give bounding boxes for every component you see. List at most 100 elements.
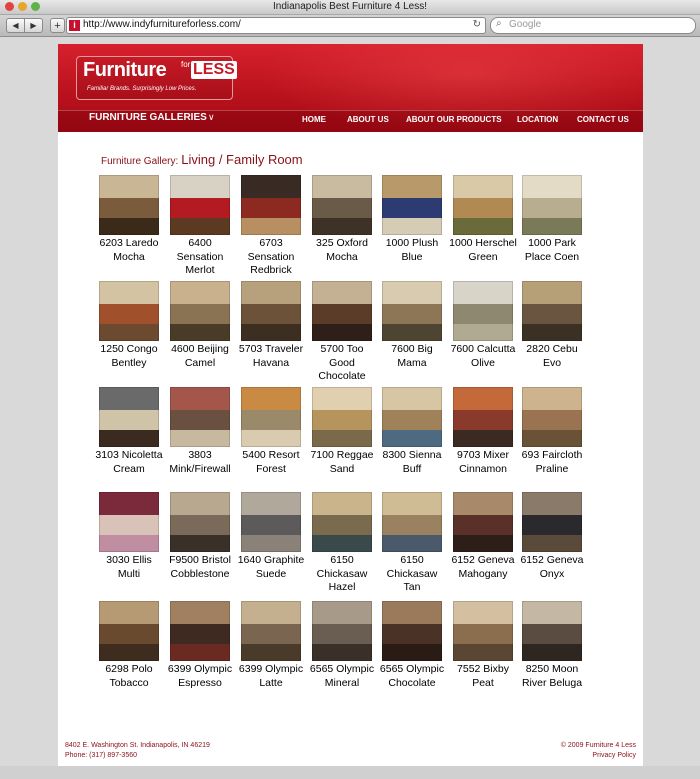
gallery-heading: Furniture Gallery: Living / Family Room [101,151,303,169]
product-name[interactable]: 7100 Reggae Sand [307,449,377,476]
product-name[interactable]: 6298 Polo Tobacco [94,663,164,690]
search-placeholder: Google [509,19,542,30]
product-thumbnail[interactable] [453,175,513,235]
product-name[interactable]: 6565 Olympic Mineral [307,663,377,690]
product-name[interactable]: 5400 Resort Forest [236,449,306,476]
product-name[interactable]: 4600 Beijing Camel [165,343,235,370]
product-thumbnail[interactable] [522,492,582,552]
product-thumbnail[interactable] [382,281,442,341]
nav-location[interactable]: LOCATION [517,115,558,124]
product-name[interactable]: 2820 Cebu Evo [517,343,587,370]
nav-furniture-galleries[interactable]: FURNITURE GALLERIES [89,112,207,123]
product-thumbnail[interactable] [312,387,372,447]
forward-button[interactable]: ▶ [24,18,43,33]
product-name[interactable]: 1000 Herschel Green [448,237,518,264]
address-bar[interactable]: i http://www.indyfurnitureforless.com/ ↻ [66,17,486,34]
product-thumbnail[interactable] [99,281,159,341]
product-thumbnail[interactable] [382,601,442,661]
product-thumbnail[interactable] [99,387,159,447]
reload-icon[interactable]: ↻ [473,19,481,30]
product-name[interactable]: 693 Faircloth Praline [517,449,587,476]
footer-privacy-link[interactable]: Privacy Policy [592,752,636,759]
logo-tagline: Familiar Brands. Surprisingly Low Prices… [87,86,197,92]
back-button[interactable]: ◀ [6,18,25,33]
product-name[interactable]: 7600 Big Mama [377,343,447,370]
product-thumbnail[interactable] [522,601,582,661]
product-thumbnail[interactable] [170,492,230,552]
product-name[interactable]: 5700 Too Good Chocolate [307,343,377,384]
product-name[interactable]: 7600 Calcutta Olive [448,343,518,370]
product-name[interactable]: 6399 Olympic Espresso [165,663,235,690]
url-text[interactable]: http://www.indyfurnitureforless.com/ [83,19,241,30]
product-thumbnail[interactable] [170,387,230,447]
footer-copyright: © 2009 Furniture 4 Less [560,742,636,749]
product-name[interactable]: 5703 Traveler Havana [236,343,306,370]
product-name[interactable]: 3030 Ellis Multi [94,554,164,581]
product-name[interactable]: 9703 Mixer Cinnamon [448,449,518,476]
footer-address: 8402 E. Washington St. Indianapolis, IN … [65,742,210,749]
product-thumbnail[interactable] [453,281,513,341]
product-thumbnail[interactable] [170,175,230,235]
product-name[interactable]: 1250 Congo Bentley [94,343,164,370]
product-name[interactable]: 3103 Nicoletta Cream [94,449,164,476]
search-field[interactable]: ⌕ Google [490,17,696,34]
product-name[interactable]: 6703 Sensation Redbrick [236,237,306,278]
site-favicon-icon: i [69,20,80,31]
nav-home[interactable]: HOME [302,115,326,124]
product-thumbnail[interactable] [241,175,301,235]
product-thumbnail[interactable] [241,601,301,661]
logo-main-text: Furniture [83,59,167,81]
product-name[interactable]: 1640 Graphite Suede [236,554,306,581]
product-thumbnail[interactable] [241,387,301,447]
product-thumbnail[interactable] [312,175,372,235]
product-name[interactable]: 325 Oxford Mocha [307,237,377,264]
product-name[interactable]: 6150 Chickasaw Tan [377,554,447,595]
window-titlebar: Indianapolis Best Furniture 4 Less! [0,0,700,15]
product-thumbnail[interactable] [241,492,301,552]
nav-contact-us[interactable]: CONTACT US [577,115,629,124]
product-thumbnail[interactable] [382,387,442,447]
product-name[interactable]: 6400 Sensation Merlot [165,237,235,278]
product-thumbnail[interactable] [382,492,442,552]
site-header: Furniture for LESS Familiar Brands. Surp… [58,44,643,132]
gallery-room-title: Living / Family Room [181,152,303,167]
product-name[interactable]: 1000 Park Place Coen [517,237,587,264]
product-name[interactable]: 6399 Olympic Latte [236,663,306,690]
product-thumbnail[interactable] [312,492,372,552]
product-name[interactable]: 1000 Plush Blue [377,237,447,264]
product-name[interactable]: 8300 Sienna Buff [377,449,447,476]
search-icon: ⌕ [496,18,502,29]
product-name[interactable]: 6565 Olympic Chocolate [377,663,447,690]
product-thumbnail[interactable] [382,175,442,235]
product-thumbnail[interactable] [522,175,582,235]
product-thumbnail[interactable] [99,492,159,552]
product-thumbnail[interactable] [453,601,513,661]
product-name[interactable]: 8250 Moon River Beluga [517,663,587,690]
product-name[interactable]: 3803 Mink/Firewall [165,449,235,476]
nav-about-our-products[interactable]: ABOUT OUR PRODUCTS [406,115,502,124]
product-thumbnail[interactable] [453,492,513,552]
product-thumbnail[interactable] [99,175,159,235]
product-thumbnail[interactable] [312,601,372,661]
product-name[interactable]: 6203 Laredo Mocha [94,237,164,264]
product-thumbnail[interactable] [522,281,582,341]
product-thumbnail[interactable] [170,601,230,661]
chevron-down-icon[interactable]: ∨ [208,112,215,123]
product-name[interactable]: 7552 Bixby Peat [448,663,518,690]
product-thumbnail[interactable] [241,281,301,341]
product-thumbnail[interactable] [312,281,372,341]
site-footer: 8402 E. Washington St. Indianapolis, IN … [58,742,643,766]
product-name[interactable]: 6152 Geneva Onyx [517,554,587,581]
nav-about-us[interactable]: ABOUT US [347,115,389,124]
product-name[interactable]: 6150 Chickasaw Hazel [307,554,377,595]
window-title: Indianapolis Best Furniture 4 Less! [273,1,427,12]
gallery-label: Furniture Gallery: [101,156,179,167]
site-logo[interactable]: Furniture for LESS Familiar Brands. Surp… [76,56,237,100]
product-thumbnail[interactable] [170,281,230,341]
product-thumbnail[interactable] [99,601,159,661]
product-thumbnail[interactable] [453,387,513,447]
product-name[interactable]: F9500 Bristol Cobblestone [165,554,235,581]
product-name[interactable]: 6152 Geneva Mahogany [448,554,518,581]
add-bookmark-button[interactable]: + [50,18,65,33]
product-thumbnail[interactable] [522,387,582,447]
